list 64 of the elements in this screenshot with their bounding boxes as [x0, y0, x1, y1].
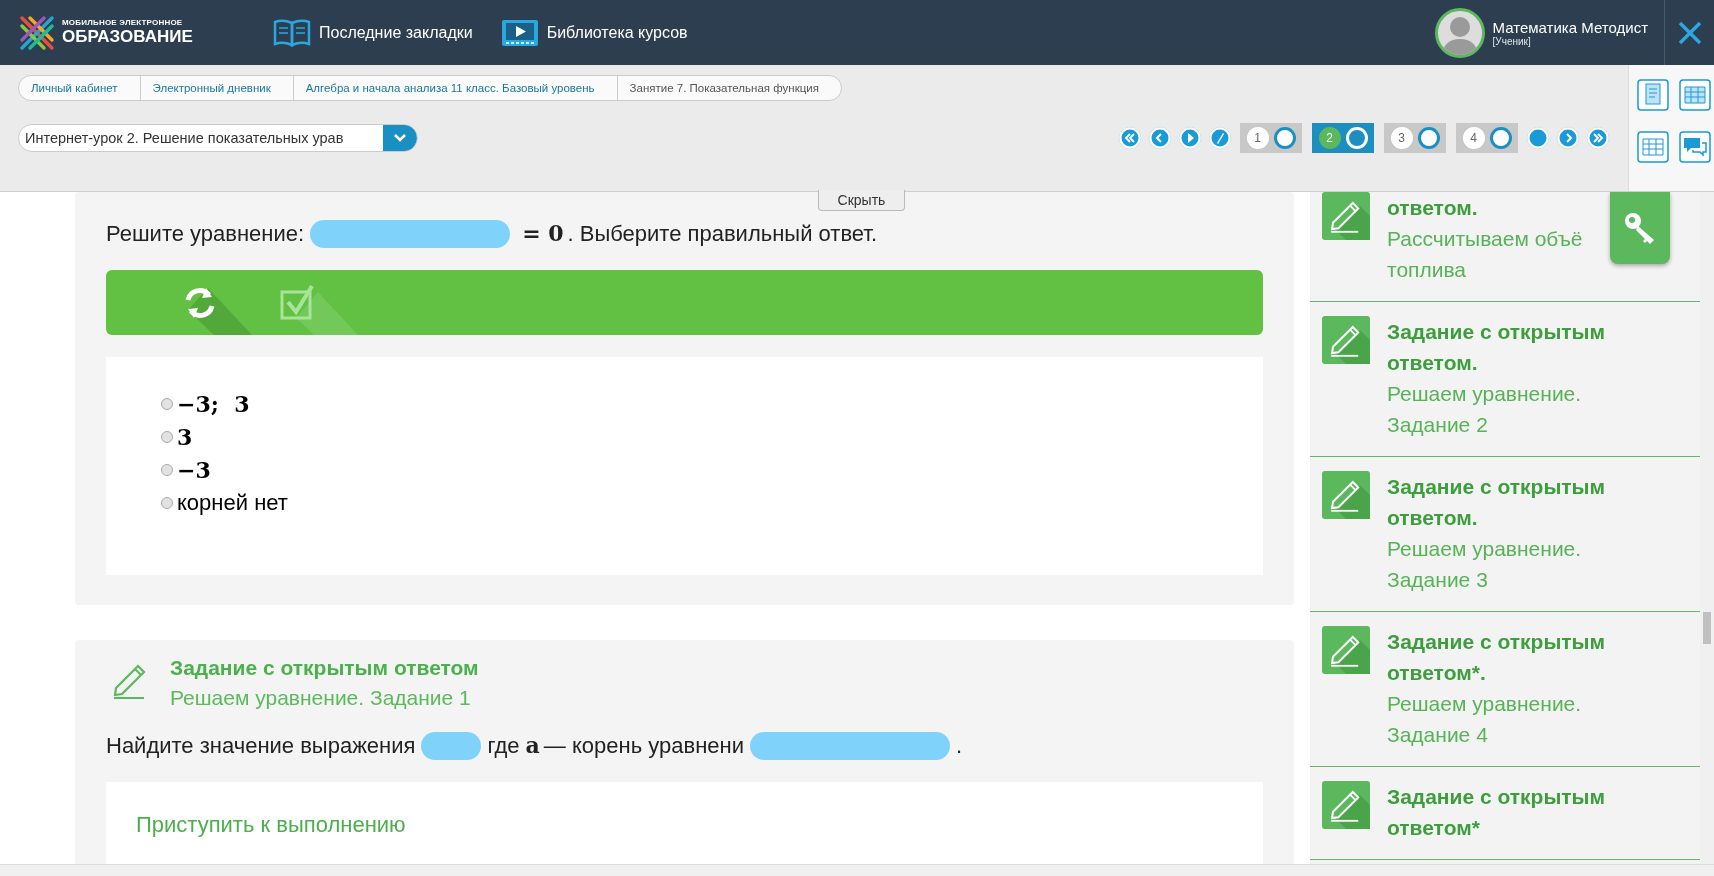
answer-option[interactable]: корней нет — [177, 489, 288, 516]
next-icon[interactable] — [1556, 126, 1580, 150]
step-tab[interactable]: 3 — [1384, 123, 1446, 153]
table-icon[interactable] — [1679, 79, 1711, 111]
close-icon — [1676, 19, 1703, 46]
first-page-icon[interactable] — [1118, 126, 1142, 150]
chat-icon[interactable] — [1679, 131, 1711, 163]
answer-option[interactable]: 3 — [177, 423, 193, 450]
breadcrumb-link[interactable]: Алгебра и начала анализа 11 класс. Базовый уровень — [293, 76, 618, 100]
pencil-icon — [1322, 781, 1370, 829]
dot-icon[interactable] — [1526, 126, 1550, 150]
chevron-down-icon — [393, 133, 407, 143]
progress-ring — [1417, 127, 1440, 149]
progress-ring — [1273, 127, 1296, 149]
logo-text: ОБРАЗОВАНИЕ — [62, 27, 193, 47]
table-icon[interactable] — [1637, 131, 1669, 163]
question-text: . Выберите правильный ответ. — [567, 221, 878, 247]
radio-button[interactable] — [161, 430, 173, 443]
scrollbar-thumb[interactable] — [1703, 612, 1711, 644]
question-text: Решите уравнение: — [106, 221, 305, 247]
user-role: [Ученик] — [1492, 35, 1532, 47]
question-text: где — [487, 733, 520, 759]
pen-icon[interactable] — [1208, 126, 1232, 150]
question-text: . — [956, 733, 963, 759]
pencil-icon — [1322, 471, 1370, 519]
sidebar-item[interactable]: Задание с открытым ответом. Решаем уравнение. Задание 3 — [1310, 471, 1700, 612]
breadcrumb-link[interactable]: Личный кабинет — [19, 76, 141, 100]
radio-button[interactable] — [161, 397, 173, 410]
step-tab[interactable]: 4 — [1456, 123, 1518, 153]
question-text: — корень уравнени — [543, 733, 744, 759]
answer-option[interactable]: −3 — [177, 456, 211, 483]
scrollbar[interactable] — [0, 864, 1714, 876]
notebook-icon[interactable] — [1637, 79, 1669, 111]
sidebar-item[interactable]: Задание с открытым ответом. Решаем уравнение. Задание 2 — [1310, 316, 1700, 457]
key-button[interactable] — [1610, 192, 1670, 264]
radio-button[interactable] — [161, 463, 173, 476]
sidebar-item[interactable]: Задание с открытым ответом* — [1310, 781, 1700, 860]
pencil-icon — [1322, 626, 1370, 674]
sidebar-item[interactable]: Задание с открытым ответом*. Решаем уравнение. Задание 4 — [1310, 626, 1700, 767]
step-tab[interactable]: 1 — [1240, 123, 1302, 153]
previous-icon[interactable] — [1148, 126, 1172, 150]
lesson-dropdown[interactable]: Интернет-урок 2. Решение показательных урав — [18, 124, 418, 152]
logo-text: МОБИЛЬНОЕ ЭЛЕКТРОННОЕ — [62, 18, 184, 27]
play-icon[interactable] — [1178, 126, 1202, 150]
answer-option[interactable]: −3; 3 — [177, 390, 250, 417]
breadcrumb-link[interactable]: Занятие 7. Показательная функция — [617, 76, 841, 100]
scrollbar[interactable] — [1700, 192, 1714, 864]
question-text: Найдите значение выражения — [106, 733, 416, 759]
task-title: Задание с открытым ответом — [170, 656, 479, 680]
logo-icon — [18, 13, 56, 52]
radio-button[interactable] — [161, 496, 173, 509]
nav-link[interactable]: Библиотека курсов — [500, 16, 688, 49]
hide-button[interactable]: Скрыть — [818, 190, 905, 211]
math-expression: a — [525, 732, 540, 758]
pencil-icon — [1322, 316, 1370, 364]
redaction-mark — [421, 732, 482, 760]
math-expression: = 0 — [522, 220, 564, 246]
progress-ring — [1345, 127, 1368, 149]
breadcrumb-link[interactable]: Электронный дневник — [140, 76, 294, 100]
nav-link[interactable]: Последние закладки — [273, 16, 473, 49]
task-subtitle: Решаем уравнение. Задание 1 — [170, 686, 472, 710]
user-name: Математика Методист — [1492, 18, 1648, 36]
progress-ring — [1489, 127, 1512, 149]
last-page-icon[interactable] — [1586, 126, 1610, 150]
